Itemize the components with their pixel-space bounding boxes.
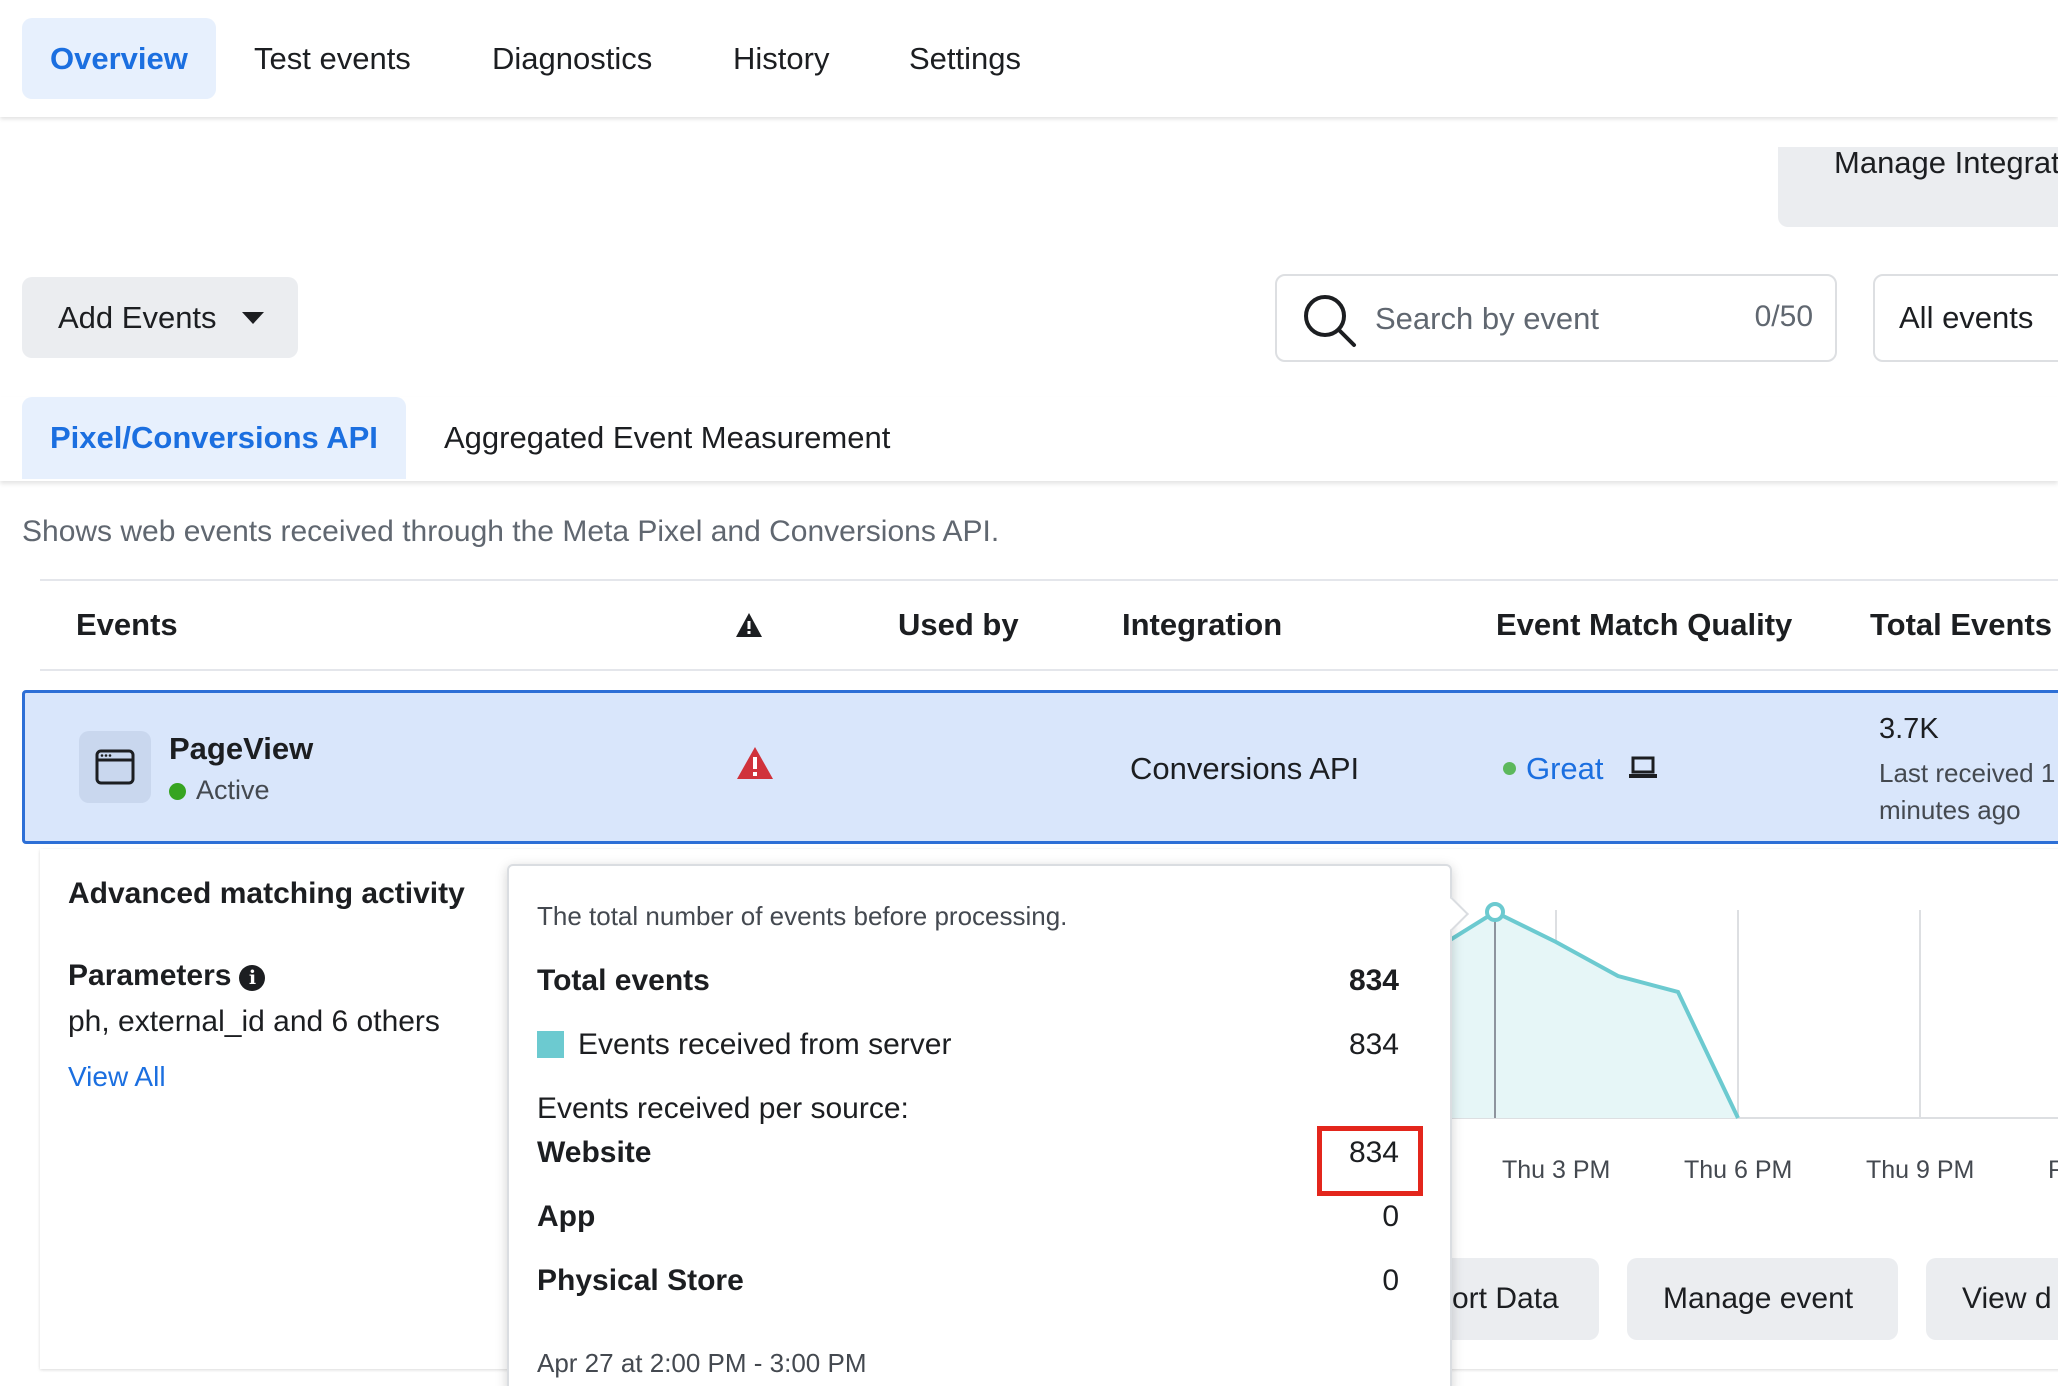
parameters-value: ph, external_id and 6 others [68, 1005, 440, 1038]
events-line-chart [1450, 902, 2058, 1119]
caret-down-icon [242, 312, 264, 324]
last-received-text: Last received 1 minutes ago [1879, 758, 2056, 825]
highlight-box [1317, 1126, 1423, 1196]
column-header-events[interactable]: Events [76, 607, 178, 643]
chart-tick-label: Thu 3 PM [1502, 1156, 1611, 1184]
tab-aggregated-event-measurement[interactable]: Aggregated Event Measurement [416, 397, 918, 479]
tab-history[interactable]: History [705, 18, 857, 99]
tooltip-website-label: Website [537, 1136, 652, 1169]
tooltip-store-value: 0 [1382, 1264, 1399, 1297]
tooltip-date-range: Apr 27 at 2:00 PM - 3:00 PM [537, 1348, 867, 1378]
chart-hover-point[interactable] [1485, 902, 1505, 922]
event-name: PageView [169, 731, 314, 766]
table-row-pageview[interactable]: PageView Active Conversions API Great 3.… [22, 690, 2058, 844]
add-events-label: Add Events [58, 300, 217, 335]
parameters-heading: Parameters i [68, 959, 266, 993]
tooltip-total-label: Total events [537, 964, 710, 997]
laptop-icon [1629, 756, 1658, 778]
manage-event-button[interactable]: Manage event [1627, 1258, 1898, 1340]
status-active-icon [169, 783, 186, 800]
tab-overview[interactable]: Overview [22, 18, 216, 99]
warning-icon[interactable] [735, 745, 775, 781]
event-match-quality[interactable]: Great [1503, 751, 1658, 787]
view-details-button[interactable]: View d [1926, 1258, 2058, 1340]
server-series-swatch [537, 1031, 564, 1058]
search-char-count: 0/50 [1754, 300, 1813, 333]
event-filter-dropdown[interactable]: All events [1873, 274, 2058, 362]
view-all-link[interactable]: View All [68, 1061, 166, 1093]
tab-diagnostics[interactable]: Diagnostics [464, 18, 680, 99]
chart-tick-label: F [2048, 1156, 2058, 1184]
manage-integrations-button[interactable]: Manage Integrat [1778, 147, 2058, 227]
events-table-header: Events Used by Integration Event Match Q… [40, 579, 2058, 671]
tab-settings[interactable]: Settings [881, 18, 1049, 99]
emq-value: Great [1526, 751, 1604, 786]
chart-tick-label: Thu 9 PM [1866, 1156, 1975, 1184]
column-header-used-by[interactable]: Used by [898, 607, 1019, 643]
chart-tick-label: Thu 6 PM [1684, 1156, 1793, 1184]
tooltip-store-label: Physical Store [537, 1264, 744, 1297]
warning-icon [736, 613, 762, 637]
tooltip-server-value: 834 [1348, 1028, 1399, 1061]
search-box[interactable]: 0/50 [1275, 274, 1837, 362]
tooltip-server-label: Events received from server [578, 1028, 952, 1061]
tooltip-app-value: 0 [1382, 1200, 1399, 1233]
tooltip-total-value: 834 [1348, 964, 1399, 997]
advanced-matching-title: Advanced matching activity [68, 877, 465, 910]
search-input[interactable] [1375, 296, 1705, 342]
search-icon [1304, 295, 1356, 347]
event-status: Active [169, 775, 270, 806]
browser-window-icon [79, 731, 151, 803]
events-tooltip: The total number of events before proces… [507, 864, 1469, 1386]
parameters-label: Parameters [68, 959, 232, 992]
tab-pixel-conversions-api[interactable]: Pixel/Conversions API [22, 397, 406, 479]
info-icon[interactable]: i [239, 965, 266, 991]
quality-dot-icon [1503, 762, 1516, 775]
tab-test-events[interactable]: Test events [226, 18, 439, 99]
manage-integrations-label: Manage Integrat [1834, 147, 2058, 180]
add-events-button[interactable]: Add Events [22, 277, 298, 358]
subtab-bar: Pixel/Conversions API Aggregated Event M… [0, 397, 2058, 481]
column-header-event-match-quality[interactable]: Event Match Quality [1496, 607, 1792, 643]
column-header-total-events[interactable]: Total Events [1870, 607, 2052, 643]
event-status-label: Active [196, 775, 270, 805]
top-navigation: Overview Test events Diagnostics History… [0, 0, 2058, 117]
tooltip-server-label-wrap: Events received from server [537, 1028, 951, 1062]
integration-value: Conversions API [1130, 751, 1360, 786]
chart-area-fill [1450, 912, 1738, 1118]
tooltip-note: The total number of events before proces… [537, 901, 1068, 931]
tooltip-app-label: App [537, 1200, 596, 1233]
section-description: Shows web events received through the Me… [22, 515, 1000, 548]
tooltip-per-source-label: Events received per source: [537, 1092, 909, 1125]
total-events-value: 3.7K [1879, 713, 1939, 745]
column-header-integration[interactable]: Integration [1122, 607, 1282, 643]
